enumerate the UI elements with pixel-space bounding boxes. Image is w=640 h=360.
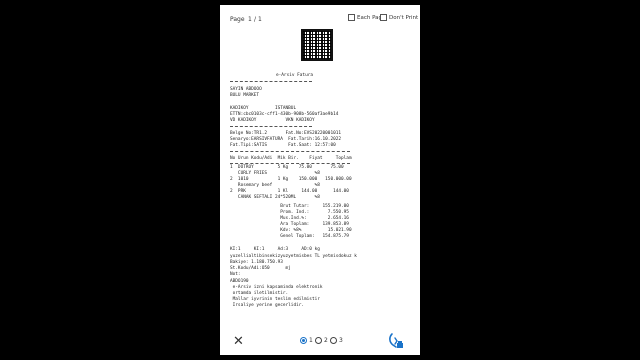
receipt-line: yuzellialtibinsekizyuzyetmisbes TL yetmi… [230, 254, 357, 259]
table-row: 2 1010 1 Kg 150.000 150.000.00 [230, 177, 352, 182]
page-option-2-radio[interactable] [315, 337, 322, 344]
table-row: 1 DOTROY 5 Kg 75.00 75.00 [230, 165, 344, 170]
receipt-line: Irsaliye yerine gecerlidir. [230, 303, 305, 308]
page-current[interactable]: 1 [248, 16, 252, 23]
table-header: No Urun Kodu/Adi Mik Bir. Fiyat Toplam [230, 156, 352, 161]
receipt-line: ETTN:cbc0103c-cff1-430b-908b-560af3ae9b1… [230, 112, 339, 117]
divider [230, 151, 350, 152]
page-label: Page [230, 16, 245, 23]
table-row: CURLY FRIES %8 [230, 171, 320, 176]
print-icon[interactable] [386, 332, 406, 350]
total-line: Ara Toplam: 139.853.89 [230, 222, 349, 227]
receipt-line: BULU MARKET [230, 93, 260, 98]
receipt-line: SAYIN ABDOOO [230, 87, 262, 92]
page-total: 1 [258, 16, 262, 23]
table-row: 2 PRK 1 Kl 144.00 144.00 [230, 189, 349, 194]
total-line: Mus.Ind.%: 2.654.16 [230, 216, 349, 221]
receipt-line: Mallar iyvrinin teslim edilmistir [230, 297, 320, 302]
receipt-line: Not: [230, 272, 241, 277]
receipt-line: KI:1 KI:1 Ad:3 AD:0 kg [230, 247, 320, 252]
receipt-title: e-Arsiv Fatura [276, 73, 314, 78]
receipt-line: e-Arsiv izni kapsaminda elektronik [230, 285, 323, 290]
receipt-line: ortamda iletilmistir. [230, 291, 289, 296]
total-line: Brut Tutar: 155.219.00 [230, 204, 349, 209]
close-icon[interactable]: ✕ [233, 335, 244, 348]
page-option-3-label: 3 [339, 337, 343, 344]
receipt-line: KADIKOY ISTANBUL [230, 106, 297, 111]
receipt-line: Bakiye: 1.180.750.93 [230, 260, 283, 265]
total-line: Prom. Ind.: 7.550.95 [230, 210, 349, 215]
receipt-line: Belge No:TR1.2 Fat.No:EVS20220001011 [230, 131, 342, 136]
receipt-line: Senaryo:EARSIVFATURA Fat.Tarih:16.10.202… [230, 137, 342, 142]
dont-print-label: Don't Print [389, 15, 419, 21]
table-row: CANAK SEFTALI 24*520ML %8 [230, 195, 320, 200]
page-option-1-radio[interactable] [300, 337, 307, 344]
receipt-line: VD KADIKOY VKN KADIKOY [230, 118, 315, 123]
qr-code [301, 29, 333, 61]
preview-footer: ✕ 1 2 3 [220, 329, 420, 355]
print-preview-dialog: Page 1 / 1 Each Page Don't Print e-Arsiv… [220, 5, 420, 355]
receipt-preview: e-Arsiv Fatura SAYIN ABDOOO BULU MARKET … [228, 27, 412, 325]
preview-toolbar: Page 1 / 1 Each Page Don't Print [220, 12, 420, 26]
divider [230, 81, 312, 82]
each-page-checkbox[interactable] [348, 14, 355, 21]
dont-print-checkbox[interactable] [380, 14, 387, 21]
receipt-line: St.Kodu/Adi:O50 mj [230, 266, 291, 271]
page-option-1-label: 1 [309, 337, 313, 344]
page-option-3-radio[interactable] [330, 337, 337, 344]
receipt-line: ABDO190 [230, 279, 249, 284]
divider [230, 126, 312, 127]
page-separator: / [254, 16, 257, 23]
table-row: Rosemary beef %8 [230, 183, 320, 188]
page-option-2-label: 2 [324, 337, 328, 344]
total-line: Genel Toplam: 154.875.79 [230, 234, 349, 239]
receipt-line: Fat.Tipi:SATIS Fat.Saat: 12:57:00 [230, 143, 336, 148]
total-line: Kdv: %8% 15.021.90 [230, 228, 352, 233]
divider [230, 163, 350, 164]
